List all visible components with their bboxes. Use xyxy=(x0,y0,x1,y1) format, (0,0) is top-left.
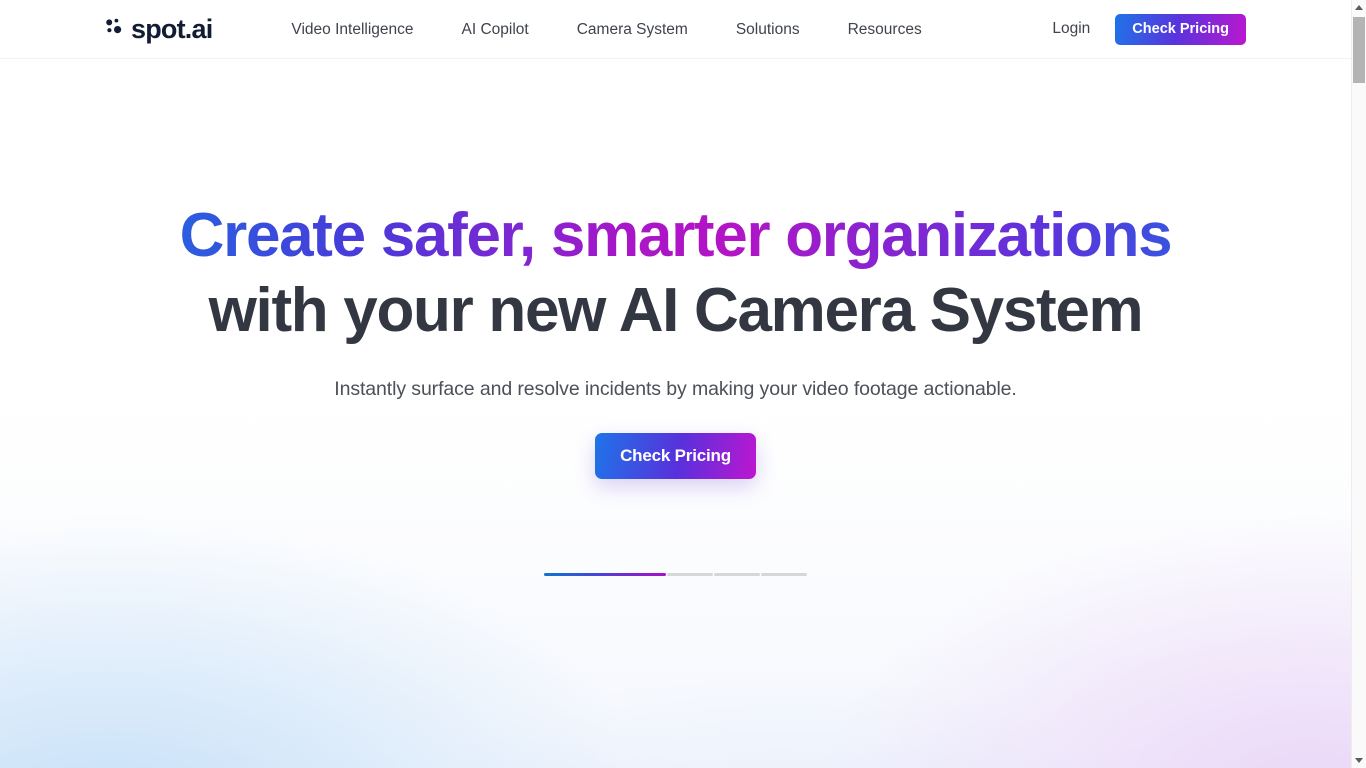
chevron-down-icon xyxy=(1355,758,1363,763)
nav-item-video-intelligence[interactable]: Video Intelligence xyxy=(267,0,437,59)
carousel-progress-segment-4[interactable] xyxy=(761,573,807,576)
hero-carousel-progress xyxy=(0,573,1351,576)
nav-item-ai-copilot[interactable]: AI Copilot xyxy=(438,0,553,59)
header-check-pricing-button[interactable]: Check Pricing xyxy=(1115,13,1246,45)
hero-section: Create safer, smarter organizations with… xyxy=(0,59,1351,768)
scrollbar-thumb[interactable] xyxy=(1353,17,1365,83)
browser-viewport: spot.ai Video Intelligence AI Copilot Ca… xyxy=(0,0,1366,768)
scrollbar-down-button[interactable] xyxy=(1352,753,1366,768)
primary-nav: Video Intelligence AI Copilot Camera Sys… xyxy=(267,0,945,59)
nav-item-resources[interactable]: Resources xyxy=(824,0,946,59)
carousel-progress-segment-2[interactable] xyxy=(667,573,713,576)
carousel-progress-segment-1[interactable] xyxy=(544,573,666,576)
logo-wordmark: spot.ai xyxy=(131,13,213,44)
login-link[interactable]: Login xyxy=(1052,20,1090,38)
hero-headline-line-2: with your new AI Camera System xyxy=(208,276,1144,346)
nav-item-camera-system[interactable]: Camera System xyxy=(553,0,712,59)
site-header: spot.ai Video Intelligence AI Copilot Ca… xyxy=(0,0,1351,59)
header-actions: Login Check Pricing xyxy=(1052,13,1246,45)
page-scrollbar[interactable] xyxy=(1351,0,1366,768)
scrollbar-up-button[interactable] xyxy=(1352,0,1366,15)
site-logo[interactable]: spot.ai xyxy=(103,13,213,44)
carousel-progress-segment-3[interactable] xyxy=(714,573,760,576)
chevron-up-icon xyxy=(1355,5,1363,10)
hero-check-pricing-button[interactable]: Check Pricing xyxy=(595,433,756,480)
hero-headline: Create safer, smarter organizations with… xyxy=(0,198,1351,348)
nav-item-solutions[interactable]: Solutions xyxy=(712,0,824,59)
hero-headline-line-1: Create safer, smarter organizations xyxy=(0,198,1351,273)
spot-ai-dots-icon xyxy=(103,15,127,44)
page-content: spot.ai Video Intelligence AI Copilot Ca… xyxy=(0,0,1351,768)
hero-cta-row: Check Pricing xyxy=(0,433,1351,480)
hero-subheadline: Instantly surface and resolve incidents … xyxy=(334,378,1017,401)
hero-content: Create safer, smarter organizations with… xyxy=(0,59,1351,480)
